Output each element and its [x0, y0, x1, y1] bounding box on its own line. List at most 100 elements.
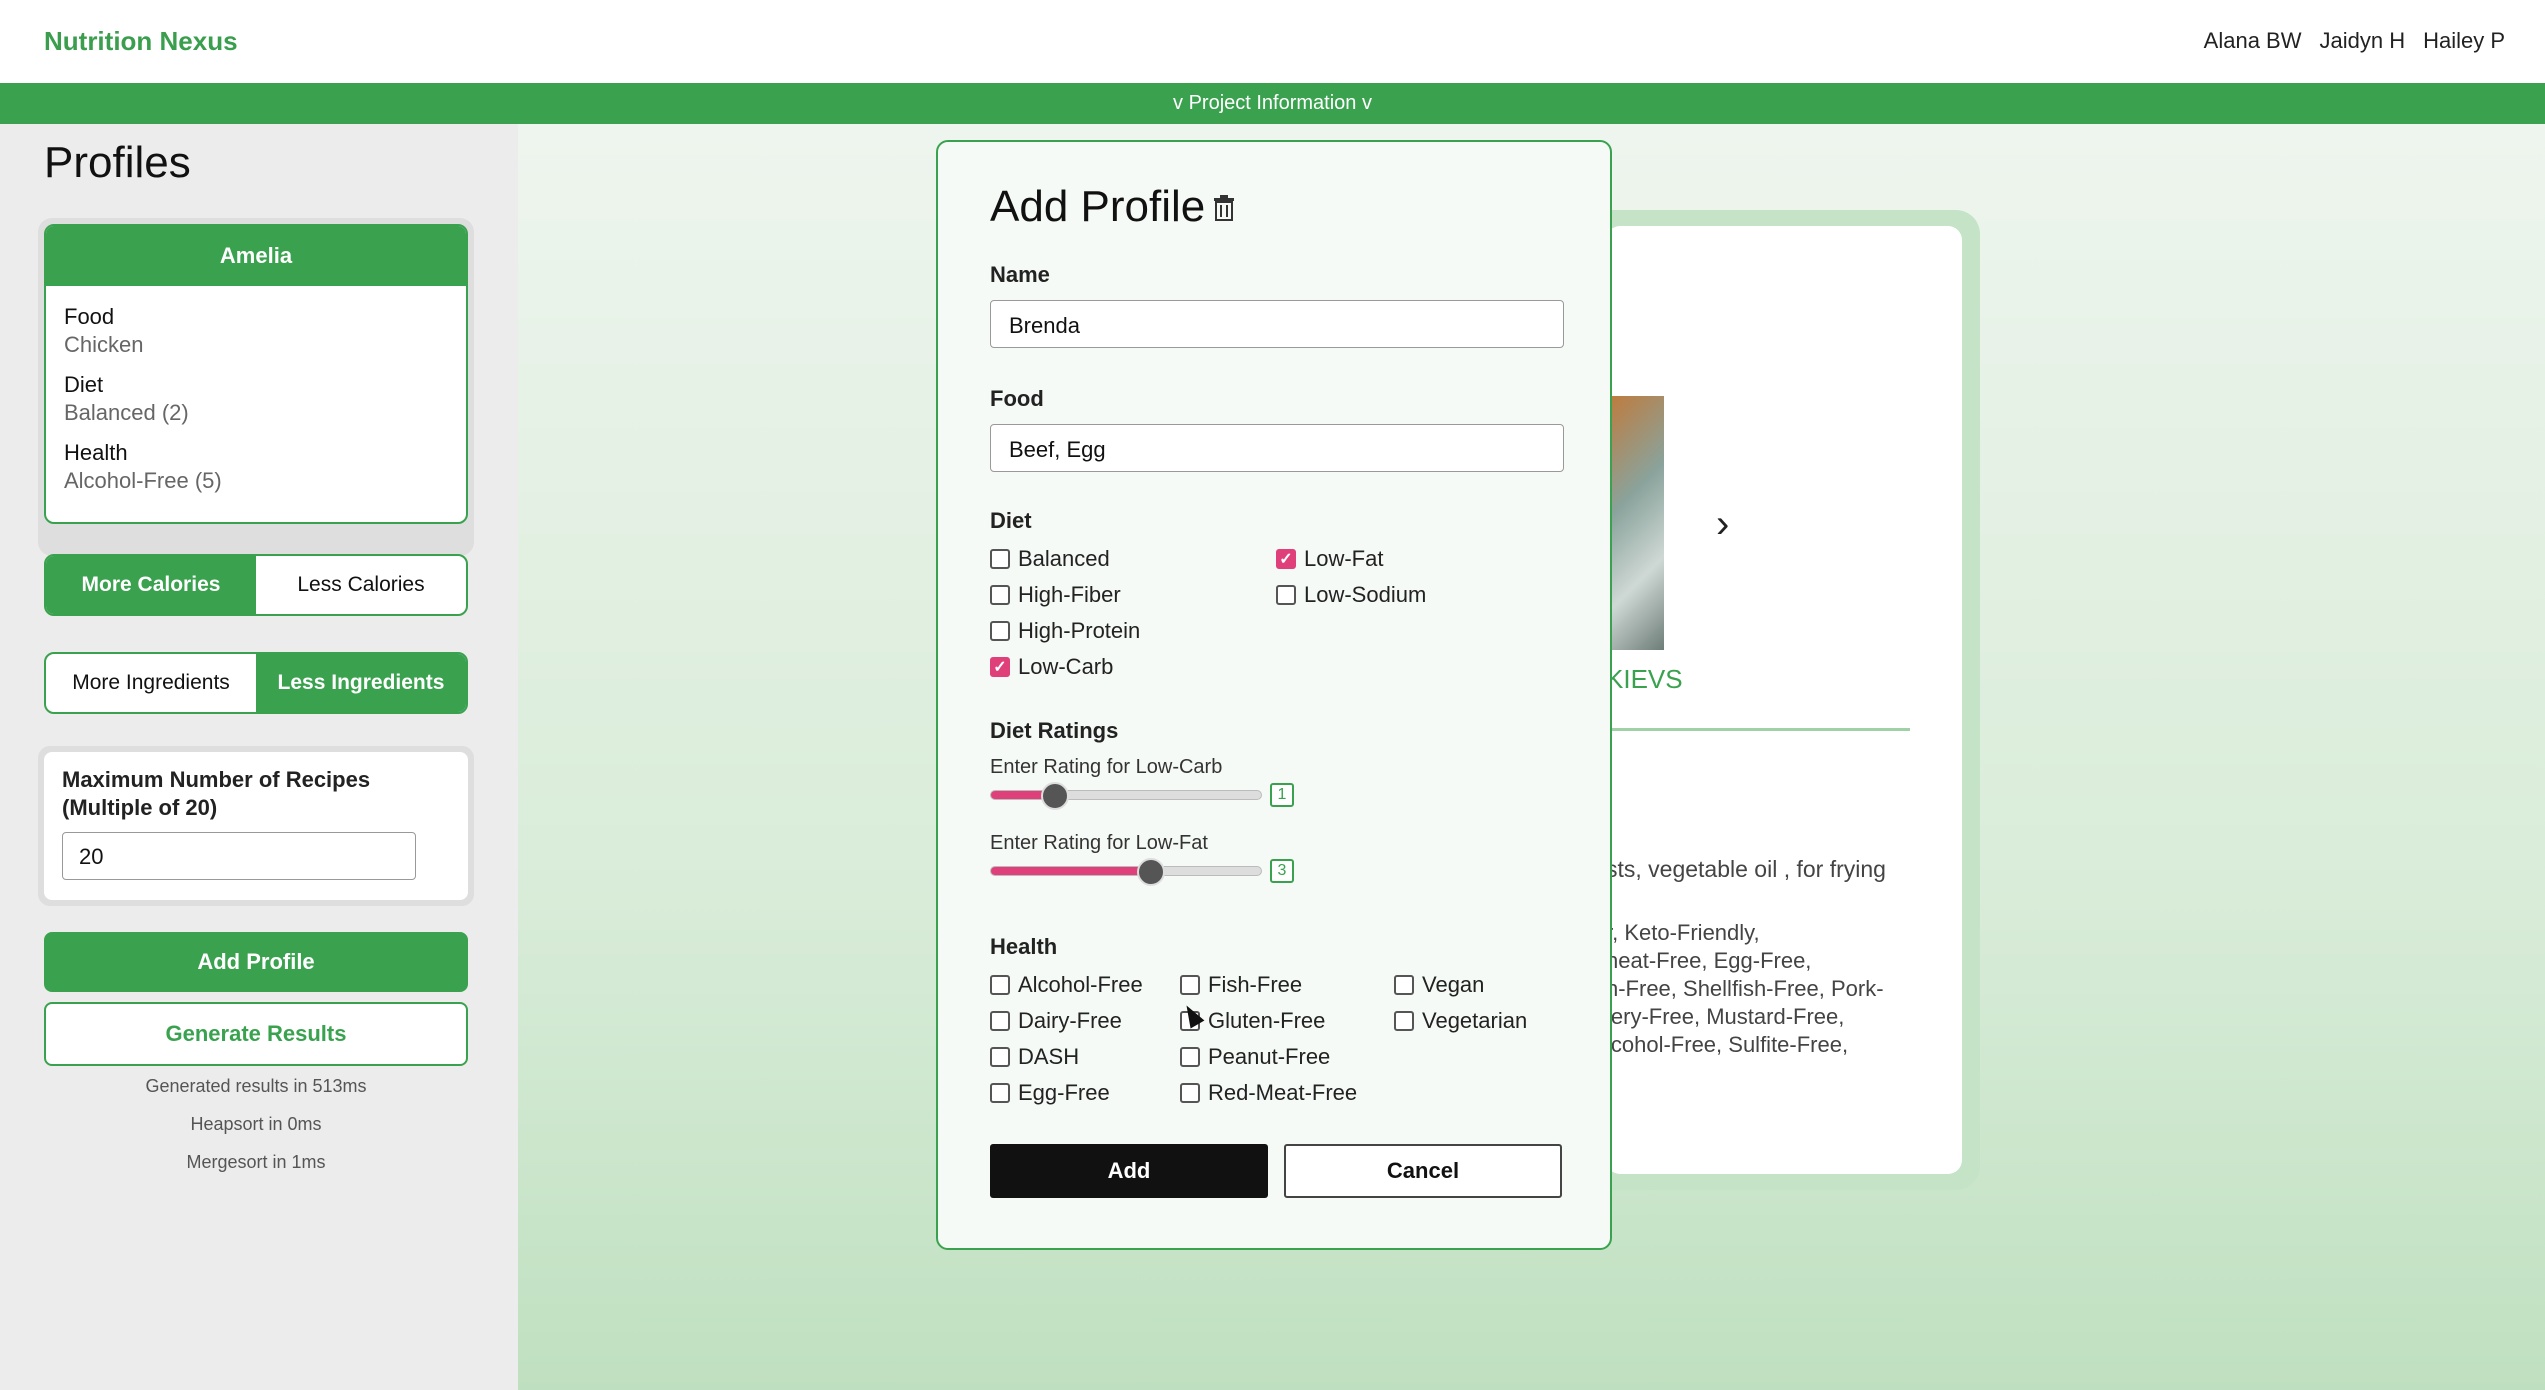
add-button[interactable]: Add — [990, 1144, 1268, 1198]
checkbox-icon — [990, 1083, 1010, 1103]
top-bar: Nutrition Nexus Alana BW Jaidyn H Hailey… — [0, 0, 2545, 83]
checkbox-label: Peanut-Free — [1208, 1044, 1331, 1069]
calories-toggle: More Calories Less Calories — [44, 554, 468, 616]
more-ingredients-button[interactable]: More Ingredients — [46, 654, 256, 712]
checkbox-label: Fish-Free — [1208, 972, 1303, 997]
profile-name: Amelia — [46, 226, 466, 286]
sidebar-title: Profiles — [44, 138, 191, 187]
profile-card[interactable]: Amelia Food Chicken Diet Balanced (2) He… — [38, 218, 474, 556]
checkbox-icon — [1180, 975, 1200, 995]
slider-fill — [991, 867, 1151, 875]
low-carb-rating-slider[interactable] — [990, 782, 1262, 810]
checkbox-icon — [990, 1011, 1010, 1031]
checkbox-label: Vegetarian — [1422, 1008, 1528, 1033]
checkbox-icon — [990, 585, 1010, 605]
low-fat-rating-label: Enter Rating for Low-Fat — [990, 832, 1208, 854]
generated-time-stat: Generated results in 513ms — [145, 1076, 367, 1096]
checkbox-label: Alcohol-Free — [1018, 972, 1143, 997]
diet-checkbox-balanced[interactable]: Balanced — [990, 546, 1110, 572]
recipe-image — [1606, 396, 1664, 650]
heapsort-stat: Heapsort in 0ms — [190, 1114, 322, 1134]
less-calories-button[interactable]: Less Calories — [256, 556, 466, 614]
checkbox-label: High-Fiber — [1018, 582, 1121, 607]
diet-checkbox-high-protein[interactable]: High-Protein — [990, 618, 1140, 644]
profile-health-value: Alcohol-Free (5) — [64, 468, 222, 493]
health-checkbox-red-meat-free[interactable]: Red-Meat-Free — [1180, 1080, 1357, 1106]
max-recipes-card: Maximum Number of Recipes (Multiple of 2… — [38, 746, 474, 906]
project-information-toggle[interactable]: v Project Information v — [0, 83, 2545, 124]
checkbox-icon — [1276, 585, 1296, 605]
health-label: Health — [990, 934, 1058, 959]
checkbox-icon — [1394, 1011, 1414, 1031]
app-brand[interactable]: Nutrition Nexus — [44, 26, 238, 57]
name-label: Name — [990, 262, 1050, 287]
modal-title: Add Profile — [990, 182, 1206, 231]
checkbox-label: Balanced — [1018, 546, 1110, 571]
next-arrow-icon[interactable]: › — [1716, 502, 1729, 547]
health-checkbox-dairy-free[interactable]: Dairy-Free — [990, 1008, 1122, 1034]
food-label: Food — [990, 386, 1044, 411]
recipe-title[interactable]: KIEVS — [1606, 664, 1683, 695]
checkbox-icon — [990, 621, 1010, 641]
recipe-labels-line: heat-Free, Egg-Free, — [1606, 948, 1812, 973]
checkbox-icon — [1180, 1047, 1200, 1067]
max-recipes-label: Maximum Number of Recipes (Multiple of 2… — [62, 767, 371, 820]
profile-food-label: Food — [64, 304, 115, 329]
diet-ratings-label: Diet Ratings — [990, 718, 1119, 743]
checkbox-checked-icon: ✓ — [990, 657, 1010, 677]
recipe-ingredients: sts, vegetable oil , for frying — [1606, 856, 1886, 882]
cancel-button[interactable]: Cancel — [1284, 1144, 1562, 1198]
checkbox-label: High-Protein — [1018, 618, 1141, 643]
generate-results-button[interactable]: Generate Results — [44, 1002, 468, 1066]
checkbox-label: Red-Meat-Free — [1208, 1080, 1358, 1105]
recipe-labels-line: lery-Free, Mustard-Free, — [1606, 1004, 1845, 1029]
checkbox-label: Egg-Free — [1018, 1080, 1110, 1105]
team-member: Alana BW — [2203, 28, 2302, 53]
diet-checkbox-high-fiber[interactable]: High-Fiber — [990, 582, 1121, 608]
diet-checkbox-low-sodium[interactable]: Low-Sodium — [1276, 582, 1426, 608]
diet-checkbox-low-fat[interactable]: ✓ Low-Fat — [1276, 546, 1383, 572]
health-checkbox-dash[interactable]: DASH — [990, 1044, 1079, 1070]
checkbox-label: Low-Sodium — [1304, 582, 1427, 607]
checkbox-label: Dairy-Free — [1018, 1008, 1122, 1033]
slider-knob[interactable] — [1041, 782, 1069, 810]
health-checkbox-fish-free[interactable]: Fish-Free — [1180, 972, 1302, 998]
health-checkbox-vegetarian[interactable]: Vegetarian — [1394, 1008, 1527, 1034]
low-carb-rating-label: Enter Rating for Low-Carb — [990, 756, 1223, 778]
recipe-labels-line: r, Keto-Friendly, — [1606, 920, 1760, 945]
mergesort-stat: Mergesort in 1ms — [186, 1152, 326, 1172]
add-profile-modal: Add Profile Name Brenda Food Beef, Egg D… — [936, 140, 1612, 1250]
max-recipes-input[interactable]: 20 — [62, 832, 416, 880]
health-checkbox-egg-free[interactable]: Egg-Free — [990, 1080, 1110, 1106]
profile-diet-label: Diet — [64, 372, 104, 397]
checkbox-label: Vegan — [1422, 972, 1485, 997]
name-input[interactable]: Brenda — [990, 300, 1564, 348]
recipe-labels-line: lcohol-Free, Sulfite-Free, — [1606, 1032, 1849, 1057]
profile-food-value: Chicken — [64, 332, 144, 357]
diet-checkbox-low-carb[interactable]: ✓ Low-Carb — [990, 654, 1113, 680]
profile-diet-value: Balanced (2) — [64, 400, 189, 425]
checkbox-label: Gluten-Free — [1208, 1008, 1326, 1033]
add-profile-button[interactable]: Add Profile — [44, 932, 468, 992]
less-ingredients-button[interactable]: Less Ingredients — [256, 654, 466, 712]
low-fat-rating-slider[interactable] — [990, 858, 1262, 886]
team-names: Alana BW Jaidyn H Hailey P — [2204, 28, 2505, 54]
profile-health-label: Health — [64, 440, 128, 465]
recipe-labels-line: n-Free, Shellfish-Free, Pork- — [1606, 976, 1884, 1001]
slider-knob[interactable] — [1137, 858, 1165, 886]
diet-label: Diet — [990, 508, 1032, 533]
checkbox-label: Low-Carb — [1018, 654, 1114, 679]
health-checkbox-vegan[interactable]: Vegan — [1394, 972, 1484, 998]
low-fat-rating-value: 3 — [1270, 859, 1294, 883]
checkbox-icon — [1394, 975, 1414, 995]
sidebar: Profiles Amelia Food Chicken Diet Balanc… — [0, 124, 518, 1390]
more-calories-button[interactable]: More Calories — [46, 556, 256, 614]
trash-icon[interactable] — [1212, 194, 1236, 222]
low-carb-rating-value: 1 — [1270, 783, 1294, 807]
health-checkbox-peanut-free[interactable]: Peanut-Free — [1180, 1044, 1330, 1070]
ingredients-toggle: More Ingredients Less Ingredients — [44, 652, 468, 714]
health-checkbox-alcohol-free[interactable]: Alcohol-Free — [990, 972, 1143, 998]
team-member: Hailey P — [2423, 28, 2505, 53]
food-input[interactable]: Beef, Egg — [990, 424, 1564, 472]
checkbox-icon — [990, 1047, 1010, 1067]
